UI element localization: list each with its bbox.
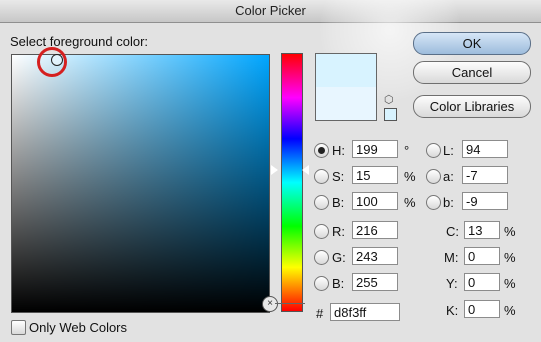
only-web-colors-label: Only Web Colors [29, 320, 128, 335]
prompt-label: Select foreground color: [10, 34, 149, 49]
label-b: B: [332, 195, 345, 210]
current-color-swatch[interactable] [316, 87, 376, 120]
k-input[interactable]: 0 [464, 300, 500, 318]
hex-row: # d8f3ff [316, 303, 406, 323]
x-circle-icon: × [262, 296, 278, 312]
lab-b-input[interactable]: -9 [462, 192, 508, 210]
b-input[interactable]: 100 [352, 192, 398, 210]
radio-s[interactable] [314, 169, 329, 184]
unit-m: % [504, 250, 516, 265]
r-input[interactable]: 216 [352, 221, 398, 239]
label-lab-b: b: [443, 195, 454, 210]
unit-s: % [404, 169, 416, 184]
hue-slider-left-arrow[interactable] [271, 165, 278, 175]
new-color-swatch [316, 54, 376, 87]
label-s: S: [332, 169, 345, 184]
unit-h: ° [404, 143, 410, 158]
cmyk-y-row: Y: 0 % [444, 273, 534, 293]
cmyk-c-row: C: 13 % [444, 221, 534, 241]
m-input[interactable]: 0 [464, 247, 500, 265]
label-r: R: [332, 224, 345, 239]
radio-r[interactable] [314, 224, 329, 239]
hue-slider-right-arrow[interactable] [302, 165, 309, 175]
lab-l-row: L: 94 [426, 140, 526, 160]
radio-lab-b[interactable] [426, 195, 441, 210]
label-a: a: [443, 169, 454, 184]
highlight-circle [37, 47, 67, 77]
radio-rgb-b[interactable] [314, 276, 329, 291]
rgb-b-input[interactable]: 255 [352, 273, 398, 291]
cmyk-m-row: M: 0 % [444, 247, 534, 267]
unit-c: % [504, 224, 516, 239]
hsb-s-row: S: 15 % [314, 166, 416, 186]
unit-y: % [504, 276, 516, 291]
radio-g[interactable] [314, 250, 329, 265]
title-bar: Color Picker [0, 0, 541, 23]
radio-b[interactable] [314, 195, 329, 210]
rgb-r-row: R: 216 [314, 221, 414, 241]
label-m: M: [444, 250, 459, 265]
label-rgb-b: B: [332, 276, 345, 291]
label-h: H: [332, 143, 345, 158]
c-input[interactable]: 13 [464, 221, 500, 239]
color-field[interactable] [11, 54, 270, 313]
hex-input[interactable]: d8f3ff [330, 303, 400, 321]
label-l: L: [443, 143, 454, 158]
unit-b: % [404, 195, 416, 210]
g-input[interactable]: 243 [352, 247, 398, 265]
y-input[interactable]: 0 [464, 273, 500, 291]
a-input[interactable]: -7 [462, 166, 508, 184]
rgb-b-row: B: 255 [314, 273, 414, 293]
label-y: Y: [446, 276, 458, 291]
websafe-swatch[interactable] [384, 108, 397, 121]
rgb-g-row: G: 243 [314, 247, 414, 267]
label-k: K: [446, 303, 459, 318]
color-libraries-button[interactable]: Color Libraries [413, 95, 531, 118]
radio-a[interactable] [426, 169, 441, 184]
l-input[interactable]: 94 [462, 140, 508, 158]
lab-a-row: a: -7 [426, 166, 526, 186]
radio-h[interactable] [314, 143, 329, 158]
s-input[interactable]: 15 [352, 166, 398, 184]
cancel-button[interactable]: Cancel [413, 61, 531, 84]
hue-slider-marker [275, 303, 305, 304]
window-title: Color Picker [235, 3, 306, 18]
label-g: G: [332, 250, 346, 265]
h-input[interactable]: 199 [352, 140, 398, 158]
radio-l[interactable] [426, 143, 441, 158]
cube-icon[interactable]: ⬡ [384, 95, 394, 106]
hue-slider[interactable] [281, 53, 303, 312]
lab-b-row: b: -9 [426, 192, 526, 212]
color-swatch [315, 53, 377, 121]
unit-k: % [504, 303, 516, 318]
ok-button[interactable]: OK [413, 32, 531, 55]
only-web-colors-checkbox[interactable] [11, 320, 26, 335]
hsb-b-row: B: 100 % [314, 192, 416, 212]
hsb-h-row: H: 199 ° [314, 140, 414, 160]
label-c: C: [446, 224, 459, 239]
cmyk-k-row: K: 0 % [444, 300, 534, 320]
hex-label: # [316, 306, 324, 321]
